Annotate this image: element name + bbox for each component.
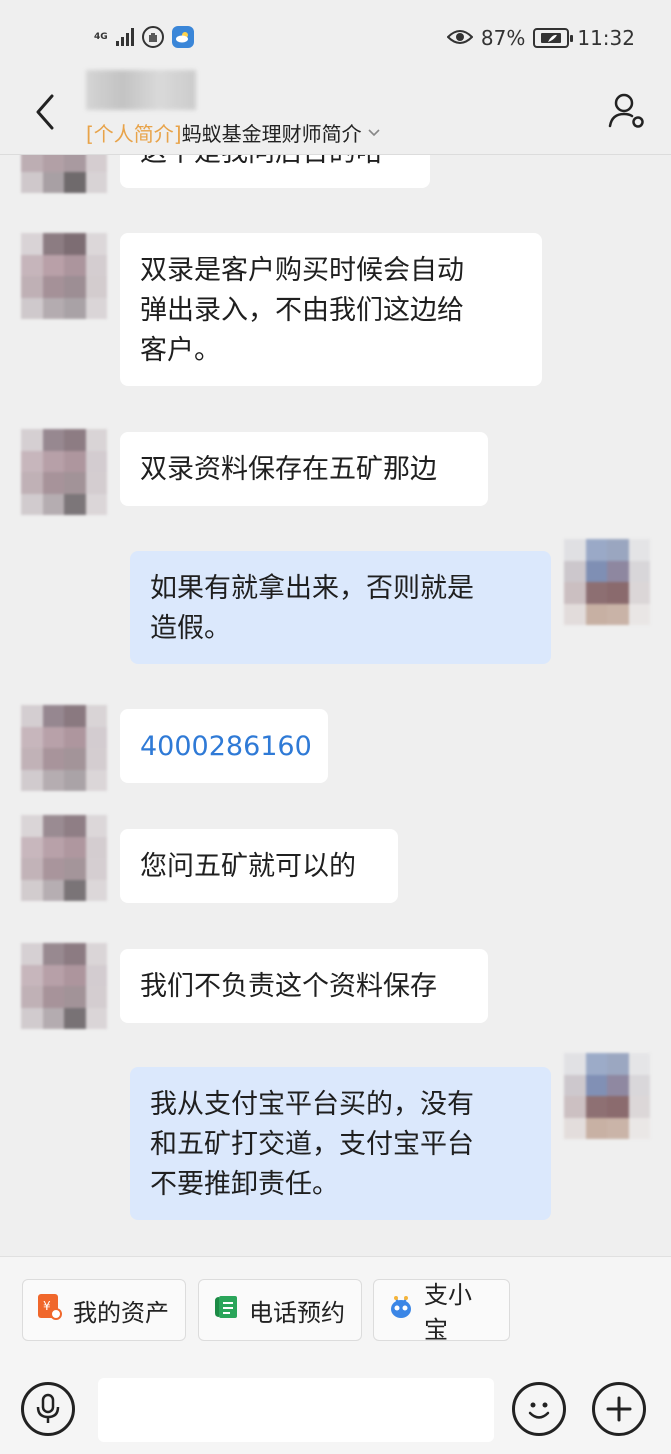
message-bubble[interactable]: 双录资料保存在五矿那边 bbox=[120, 432, 488, 506]
contact-info-button[interactable] bbox=[607, 90, 647, 130]
contact-name: 蚂蚁基金理财师简介 bbox=[181, 122, 362, 146]
blurred-contact-name bbox=[86, 70, 196, 110]
status-right: 87% 11:32 bbox=[446, 26, 635, 50]
message-line: 和五矿打交道，支付宝平台 bbox=[150, 1129, 474, 1160]
chevron-down-icon bbox=[368, 125, 380, 141]
plus-icon bbox=[606, 1396, 632, 1422]
message-bubble[interactable]: 您问五矿就可以的 bbox=[120, 829, 398, 903]
back-button[interactable] bbox=[30, 92, 60, 132]
message-bubble-mine[interactable]: 我从支付宝平台买的，没有 和五矿打交道，支付宝平台 不要推卸责任。 bbox=[130, 1067, 551, 1220]
phone-booking-icon bbox=[213, 1293, 239, 1327]
battery-percentage: 87% bbox=[480, 26, 526, 50]
message-text: 这个是我问后台的哈 bbox=[140, 155, 383, 168]
phone-number-link[interactable]: 4000286160 bbox=[140, 731, 312, 762]
asset-icon: ¥ bbox=[37, 1293, 63, 1327]
clock: 11:32 bbox=[577, 26, 635, 50]
message-text: 我们不负责这个资料保存 bbox=[140, 971, 437, 1002]
microphone-icon bbox=[36, 1393, 60, 1423]
weather-icon bbox=[171, 26, 194, 48]
sender-avatar[interactable] bbox=[21, 429, 107, 515]
sender-avatar[interactable] bbox=[21, 233, 107, 319]
message-line: 客户。 bbox=[140, 335, 221, 366]
svg-text:¥: ¥ bbox=[43, 1299, 51, 1313]
zhixiaobao-label: 支小宝 bbox=[424, 1281, 472, 1344]
eye-icon bbox=[446, 26, 474, 50]
sender-avatar[interactable] bbox=[21, 815, 107, 901]
chat-title[interactable]: [个人简介] 蚂蚁基金理财师简介 bbox=[86, 118, 380, 147]
input-bar bbox=[0, 1368, 671, 1454]
my-assets-button[interactable]: ¥ 我的资产 bbox=[22, 1279, 186, 1341]
message-text: 您问五矿就可以的 bbox=[140, 851, 356, 882]
message-bubble-mine[interactable]: 如果有就拿出来，否则就是 造假。 bbox=[130, 551, 551, 664]
status-bar: 4G 87% 11:32 bbox=[0, 0, 671, 78]
message-line: 如果有就拿出来，否则就是 bbox=[150, 573, 474, 604]
smiley-icon bbox=[528, 1402, 550, 1419]
back-arrow-icon bbox=[36, 94, 54, 130]
zhixiaobao-button[interactable]: 支小宝 bbox=[373, 1279, 510, 1344]
message-bubble[interactable]: 我们不负责这个资料保存 bbox=[120, 949, 488, 1023]
message-input[interactable] bbox=[98, 1378, 494, 1442]
sender-avatar[interactable] bbox=[21, 705, 107, 791]
profile-tag: [个人简介] bbox=[86, 122, 182, 146]
chat-header: [个人简介] 蚂蚁基金理财师简介 bbox=[0, 70, 671, 156]
message-bubble-phone[interactable]: 4000286160 bbox=[120, 709, 328, 783]
emoji-button[interactable] bbox=[512, 1382, 566, 1436]
message-line: 双录是客户购买时候会自动 bbox=[140, 255, 464, 286]
network-type: 4G bbox=[94, 31, 108, 42]
zhixiaobao-icon bbox=[388, 1293, 414, 1327]
my-avatar[interactable] bbox=[564, 539, 650, 625]
voice-button[interactable] bbox=[21, 1382, 75, 1436]
sender-avatar[interactable] bbox=[21, 943, 107, 1029]
my-assets-label: 我的资产 bbox=[73, 1298, 169, 1327]
message-line: 我从支付宝平台买的，没有 bbox=[150, 1089, 474, 1120]
signal-icon bbox=[115, 28, 134, 46]
status-left: 4G bbox=[94, 26, 194, 48]
message-line: 弹出录入，不由我们这边给 bbox=[140, 295, 464, 326]
message-bubble[interactable]: 双录是客户购买时候会自动 弹出录入，不由我们这边给 客户。 bbox=[120, 233, 542, 386]
battery-icon bbox=[533, 28, 574, 48]
message-line: 造假。 bbox=[150, 613, 231, 644]
message-bubble[interactable]: 这个是我问后台的哈 bbox=[120, 155, 430, 188]
hand-stop-icon bbox=[141, 26, 164, 48]
message-list[interactable]: 这个是我问后台的哈 双录是客户购买时候会自动 弹出录入，不由我们这边给 客户。 … bbox=[0, 155, 671, 1255]
phone-booking-button[interactable]: 电话预约 bbox=[198, 1279, 362, 1341]
message-line: 不要推卸责任。 bbox=[150, 1169, 339, 1200]
message-text: 双录资料保存在五矿那边 bbox=[140, 454, 437, 485]
my-avatar[interactable] bbox=[564, 1053, 650, 1139]
phone-booking-label: 电话预约 bbox=[249, 1298, 345, 1327]
sender-avatar[interactable] bbox=[21, 155, 107, 193]
contact-icon bbox=[608, 93, 644, 128]
more-button[interactable] bbox=[592, 1382, 646, 1436]
